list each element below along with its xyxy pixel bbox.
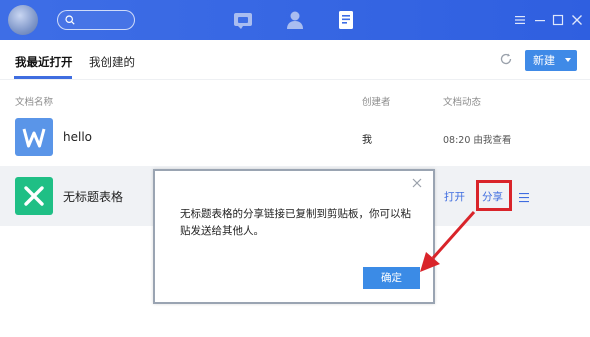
chat-icon[interactable] [232,9,254,31]
contacts-icon[interactable] [284,9,306,31]
search-box[interactable] [57,10,135,30]
sheet-icon [15,177,53,215]
document-icon[interactable] [335,9,357,31]
maximize-icon[interactable] [552,14,564,26]
new-button[interactable]: 新建 [525,50,577,71]
dialog-message: 无标题表格的分享链接已复制到剪贴板，你可以粘贴发送给其他人。 [180,208,411,237]
minimize-icon[interactable] [534,14,546,26]
user-avatar[interactable] [8,5,38,35]
new-button-label: 新建 [533,54,555,67]
more-menu-icon[interactable] [518,192,530,203]
tab-created[interactable]: 我创建的 [89,54,135,70]
app-window: 我最近打开 我创建的 新建 文档名称 创建者 文档动态 hello 我 08:2… [0,0,590,337]
word-doc-icon [15,118,53,156]
column-header-creator: 创建者 [362,97,391,108]
refresh-icon[interactable] [499,52,513,66]
title-bar [0,0,590,40]
file-creator: 我 [362,135,372,146]
confirm-button[interactable]: 确定 [363,267,420,289]
close-icon[interactable] [571,14,583,26]
tab-recent[interactable]: 我最近打开 [15,54,73,70]
column-header-activity: 文档动态 [443,97,482,108]
file-activity: 08:20 由我查看 [443,135,512,146]
share-highlight-box [476,180,512,211]
open-button[interactable]: 打开 [444,189,465,204]
menu-icon[interactable] [514,14,526,26]
file-name[interactable]: hello [63,130,92,144]
close-icon[interactable] [412,178,422,188]
chevron-down-icon [565,58,571,62]
file-row[interactable]: hello 我 08:20 由我查看 [0,112,590,164]
active-tab-indicator [14,76,72,79]
column-header-name: 文档名称 [15,97,54,108]
file-name[interactable]: 无标题表格 [63,188,123,205]
search-icon [65,15,75,25]
